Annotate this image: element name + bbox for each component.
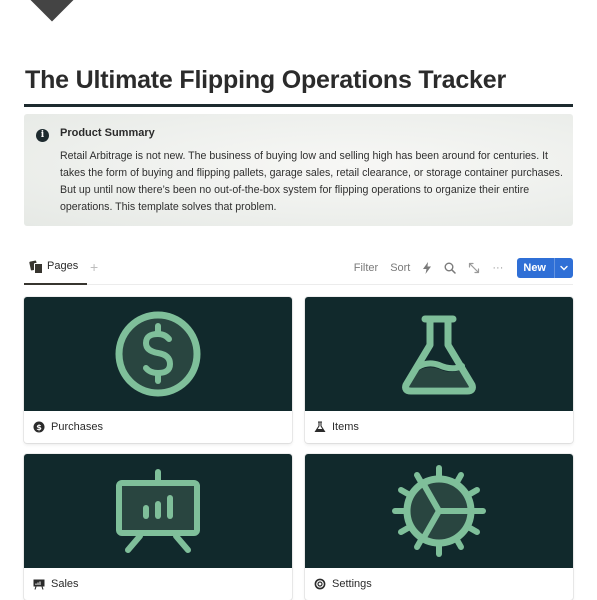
new-button-label[interactable]: New bbox=[517, 258, 555, 278]
search-button[interactable] bbox=[438, 262, 462, 274]
presentation-chart-icon bbox=[116, 469, 200, 553]
card-caption[interactable]: Items bbox=[305, 411, 573, 443]
automation-button[interactable] bbox=[416, 262, 438, 274]
database-toolbar: Pages + Filter Sort ··· New bbox=[24, 256, 573, 285]
filter-button[interactable]: Filter bbox=[348, 262, 384, 274]
gallery-card-sales[interactable]: Sales bbox=[24, 454, 292, 600]
presentation-chart-icon bbox=[33, 579, 45, 590]
new-button[interactable]: New bbox=[517, 258, 573, 278]
dollar-circle-icon: $ bbox=[33, 421, 45, 433]
gallery-card-items[interactable]: Items bbox=[305, 297, 573, 443]
card-title: Purchases bbox=[51, 421, 103, 433]
card-cover bbox=[24, 297, 292, 411]
gallery-card-settings[interactable]: Settings bbox=[305, 454, 573, 600]
active-tab-indicator bbox=[24, 283, 87, 285]
add-view-button[interactable]: + bbox=[90, 259, 98, 275]
flask-icon bbox=[402, 315, 476, 395]
new-dropdown-button[interactable] bbox=[555, 258, 573, 278]
card-title: Items bbox=[332, 421, 359, 433]
pages-icon bbox=[29, 260, 43, 274]
card-caption[interactable]: Settings bbox=[305, 568, 573, 600]
svg-text:$: $ bbox=[36, 423, 42, 432]
diamond-logo-icon bbox=[26, 0, 78, 22]
card-title: Settings bbox=[332, 578, 372, 590]
gear-icon bbox=[392, 465, 486, 557]
lightning-icon bbox=[423, 262, 432, 274]
card-caption[interactable]: Sales bbox=[24, 568, 292, 600]
more-options-button[interactable]: ··· bbox=[486, 262, 509, 274]
card-cover bbox=[24, 454, 292, 568]
chevron-down-icon bbox=[560, 265, 568, 271]
card-title: Sales bbox=[51, 578, 79, 590]
product-summary-callout: i Product Summary Retail Arbitrage is no… bbox=[24, 114, 573, 226]
info-icon: i bbox=[36, 129, 49, 142]
card-cover bbox=[305, 454, 573, 568]
sort-button[interactable]: Sort bbox=[384, 262, 416, 274]
gallery-card-purchases[interactable]: $ Purchases bbox=[24, 297, 292, 443]
callout-title: Product Summary bbox=[60, 127, 155, 139]
expand-button[interactable] bbox=[462, 262, 486, 274]
card-cover bbox=[305, 297, 573, 411]
search-icon bbox=[444, 262, 457, 274]
title-divider bbox=[24, 104, 573, 107]
gear-icon bbox=[314, 578, 326, 590]
page-title: The Ultimate Flipping Operations Tracker bbox=[25, 66, 506, 94]
view-tools: Filter Sort ··· New bbox=[348, 257, 573, 279]
card-caption[interactable]: $ Purchases bbox=[24, 411, 292, 443]
callout-body: Retail Arbitrage is not new. The busines… bbox=[60, 150, 563, 213]
tab-pages-label: Pages bbox=[47, 260, 79, 272]
flask-icon bbox=[314, 421, 326, 433]
expand-icon bbox=[469, 262, 480, 274]
tab-pages[interactable]: Pages bbox=[29, 260, 79, 284]
dollar-circle-icon bbox=[115, 311, 201, 397]
